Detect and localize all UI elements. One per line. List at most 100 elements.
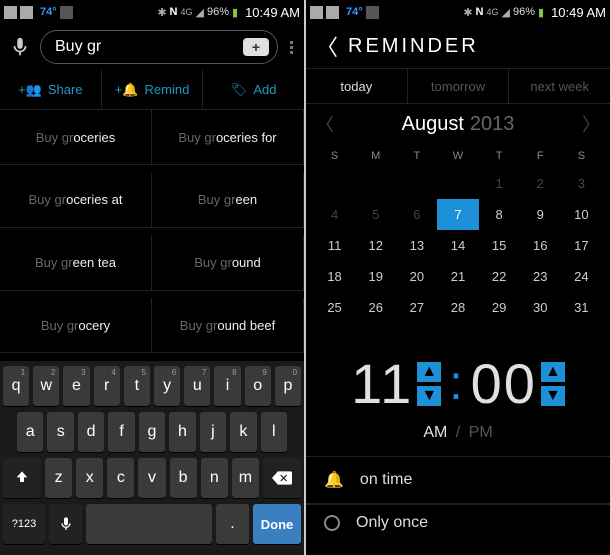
dow-label: S <box>561 144 602 168</box>
repeat-option[interactable]: Only once <box>306 504 610 540</box>
suggestion-item[interactable]: Buy groceries <box>0 110 152 165</box>
mic-key[interactable] <box>49 504 82 544</box>
calendar-day[interactable]: 11 <box>314 230 355 261</box>
tab-today[interactable]: today <box>306 69 408 103</box>
space-key[interactable] <box>86 504 212 544</box>
calendar-day[interactable]: 7 <box>437 199 478 230</box>
suggestion-item[interactable]: Buy groceries at <box>0 173 152 228</box>
key-c[interactable]: c <box>107 458 134 498</box>
key-n[interactable]: n <box>201 458 228 498</box>
calendar-day[interactable]: 26 <box>355 292 396 323</box>
key-j[interactable]: j <box>200 412 226 452</box>
key-a[interactable]: a <box>17 412 43 452</box>
calendar-day[interactable]: 21 <box>437 261 478 292</box>
calendar-day[interactable]: 3 <box>561 168 602 199</box>
calendar-day[interactable]: 1 <box>479 168 520 199</box>
done-key[interactable]: Done <box>253 504 301 544</box>
calendar-day[interactable]: 22 <box>479 261 520 292</box>
clock: 10:49 AM <box>245 5 300 20</box>
voice-input-button[interactable] <box>6 33 34 61</box>
battery-pct: 96% <box>513 6 535 18</box>
ampm-toggle[interactable]: AM / PM <box>306 424 610 456</box>
calendar-day[interactable]: 24 <box>561 261 602 292</box>
calendar-day[interactable]: 10 <box>561 199 602 230</box>
period-key[interactable]: . <box>216 504 249 544</box>
next-month-button[interactable]: 〉 <box>582 111 600 137</box>
calendar-day[interactable]: 18 <box>314 261 355 292</box>
month-header: 〈 August 2013 〉 <box>306 104 610 144</box>
key-b[interactable]: b <box>170 458 197 498</box>
calendar-day[interactable]: 25 <box>314 292 355 323</box>
backspace-key[interactable] <box>263 458 301 498</box>
calendar-day[interactable]: 23 <box>520 261 561 292</box>
calendar-day[interactable]: 15 <box>479 230 520 261</box>
calendar-day[interactable]: 20 <box>396 261 437 292</box>
calendar-day[interactable]: 27 <box>396 292 437 323</box>
symbols-key[interactable]: ?123 <box>3 504 45 544</box>
key-w[interactable]: w2 <box>33 366 59 406</box>
key-s[interactable]: s <box>47 412 73 452</box>
calendar-day[interactable]: 8 <box>479 199 520 230</box>
calendar-day[interactable]: 29 <box>479 292 520 323</box>
tab-tomorrow[interactable]: tomorrow <box>408 69 510 103</box>
add-button[interactable]: 🏷Add <box>203 70 304 109</box>
time-colon: : <box>445 356 466 411</box>
suggestion-item[interactable]: Buy green <box>152 173 304 228</box>
key-u[interactable]: u7 <box>184 366 210 406</box>
calendar-day[interactable]: 30 <box>520 292 561 323</box>
search-input[interactable]: Buy gr + <box>40 30 278 64</box>
action-bar: +👥Share +🔔Remind 🏷Add <box>0 70 304 110</box>
key-o[interactable]: o9 <box>245 366 271 406</box>
calendar-day[interactable]: 13 <box>396 230 437 261</box>
calendar-day[interactable]: 31 <box>561 292 602 323</box>
calendar-day[interactable]: 14 <box>437 230 478 261</box>
overflow-menu-button[interactable] <box>284 41 298 54</box>
key-z[interactable]: z <box>45 458 72 498</box>
hour-up-button[interactable]: ▲ <box>417 362 441 382</box>
suggestion-item[interactable]: Buy green tea <box>0 236 152 291</box>
key-e[interactable]: e3 <box>63 366 89 406</box>
calendar-day[interactable]: 9 <box>520 199 561 230</box>
key-k[interactable]: k <box>230 412 256 452</box>
calendar-day[interactable]: 5 <box>355 199 396 230</box>
calendar-day[interactable]: 4 <box>314 199 355 230</box>
key-r[interactable]: r4 <box>94 366 120 406</box>
key-g[interactable]: g <box>139 412 165 452</box>
add-pill-button[interactable]: + <box>243 38 269 56</box>
key-y[interactable]: y6 <box>154 366 180 406</box>
hour-down-button[interactable]: ▼ <box>417 386 441 406</box>
remind-button[interactable]: +🔔Remind <box>102 70 204 109</box>
suggestion-item[interactable]: Buy ground <box>152 236 304 291</box>
calendar-day[interactable]: 2 <box>520 168 561 199</box>
suggestion-item[interactable]: Buy ground beef <box>152 298 304 353</box>
calendar-day[interactable]: 12 <box>355 230 396 261</box>
back-button[interactable]: 〈 <box>316 30 338 62</box>
calendar-day[interactable]: 6 <box>396 199 437 230</box>
key-l[interactable]: l <box>261 412 287 452</box>
suggestion-grid: Buy groceriesBuy groceries forBuy grocer… <box>0 110 304 361</box>
shift-key[interactable] <box>3 458 41 498</box>
mic-icon <box>58 516 74 532</box>
calendar-day[interactable]: 16 <box>520 230 561 261</box>
minute-down-button[interactable]: ▼ <box>541 386 565 406</box>
minute-up-button[interactable]: ▲ <box>541 362 565 382</box>
key-i[interactable]: i8 <box>214 366 240 406</box>
calendar-day[interactable]: 19 <box>355 261 396 292</box>
key-f[interactable]: f <box>108 412 134 452</box>
share-button[interactable]: +👥Share <box>0 70 102 109</box>
key-v[interactable]: v <box>138 458 165 498</box>
calendar-day[interactable]: 17 <box>561 230 602 261</box>
key-m[interactable]: m <box>232 458 259 498</box>
key-q[interactable]: q1 <box>3 366 29 406</box>
suggestion-item[interactable]: Buy grocery <box>0 298 152 353</box>
suggestion-item[interactable]: Buy groceries for <box>152 110 304 165</box>
tab-nextweek[interactable]: next week <box>509 69 610 103</box>
key-p[interactable]: p0 <box>275 366 301 406</box>
key-h[interactable]: h <box>169 412 195 452</box>
key-d[interactable]: d <box>78 412 104 452</box>
calendar-day[interactable]: 28 <box>437 292 478 323</box>
prev-month-button[interactable]: 〈 <box>316 111 334 137</box>
alert-option[interactable]: 🔔 on time <box>306 456 610 504</box>
key-t[interactable]: t5 <box>124 366 150 406</box>
key-x[interactable]: x <box>76 458 103 498</box>
